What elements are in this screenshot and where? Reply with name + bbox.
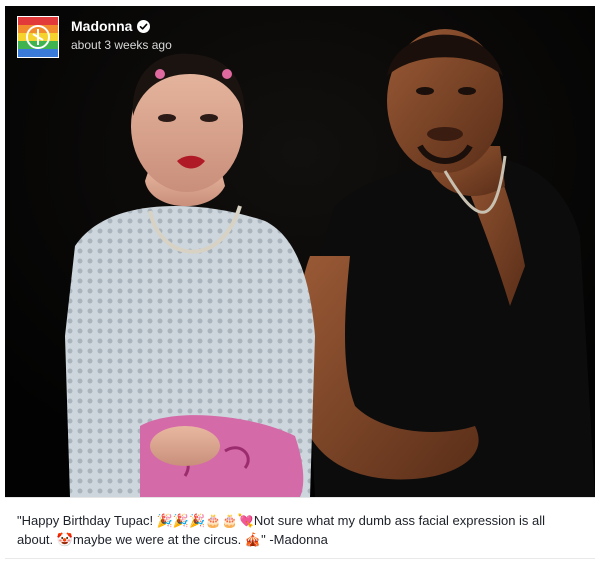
author-meta: Madonna about 3 weeks ago — [71, 18, 172, 53]
post-header: Madonna about 3 weeks ago — [17, 16, 172, 58]
post-caption-area: "Happy Birthday Tupac! 🎉🎉🎉🎂🎂💘Not sure wh… — [5, 497, 595, 561]
author-name-row: Madonna — [71, 18, 172, 35]
post-timestamp[interactable]: about 3 weeks ago — [71, 37, 172, 53]
rainbow-logo-avatar — [18, 17, 58, 57]
post-caption: "Happy Birthday Tupac! 🎉🎉🎉🎂🎂💘Not sure wh… — [17, 513, 546, 547]
post-photo[interactable]: Madonna about 3 weeks ago — [5, 6, 595, 497]
divider — [5, 558, 595, 559]
photo-madonna-and-tupac — [5, 6, 595, 497]
verified-badge-icon — [137, 20, 151, 33]
social-post: Madonna about 3 weeks ago "Happy Birthda… — [0, 0, 600, 561]
author-name[interactable]: Madonna — [71, 18, 132, 35]
author-avatar[interactable] — [17, 16, 59, 58]
